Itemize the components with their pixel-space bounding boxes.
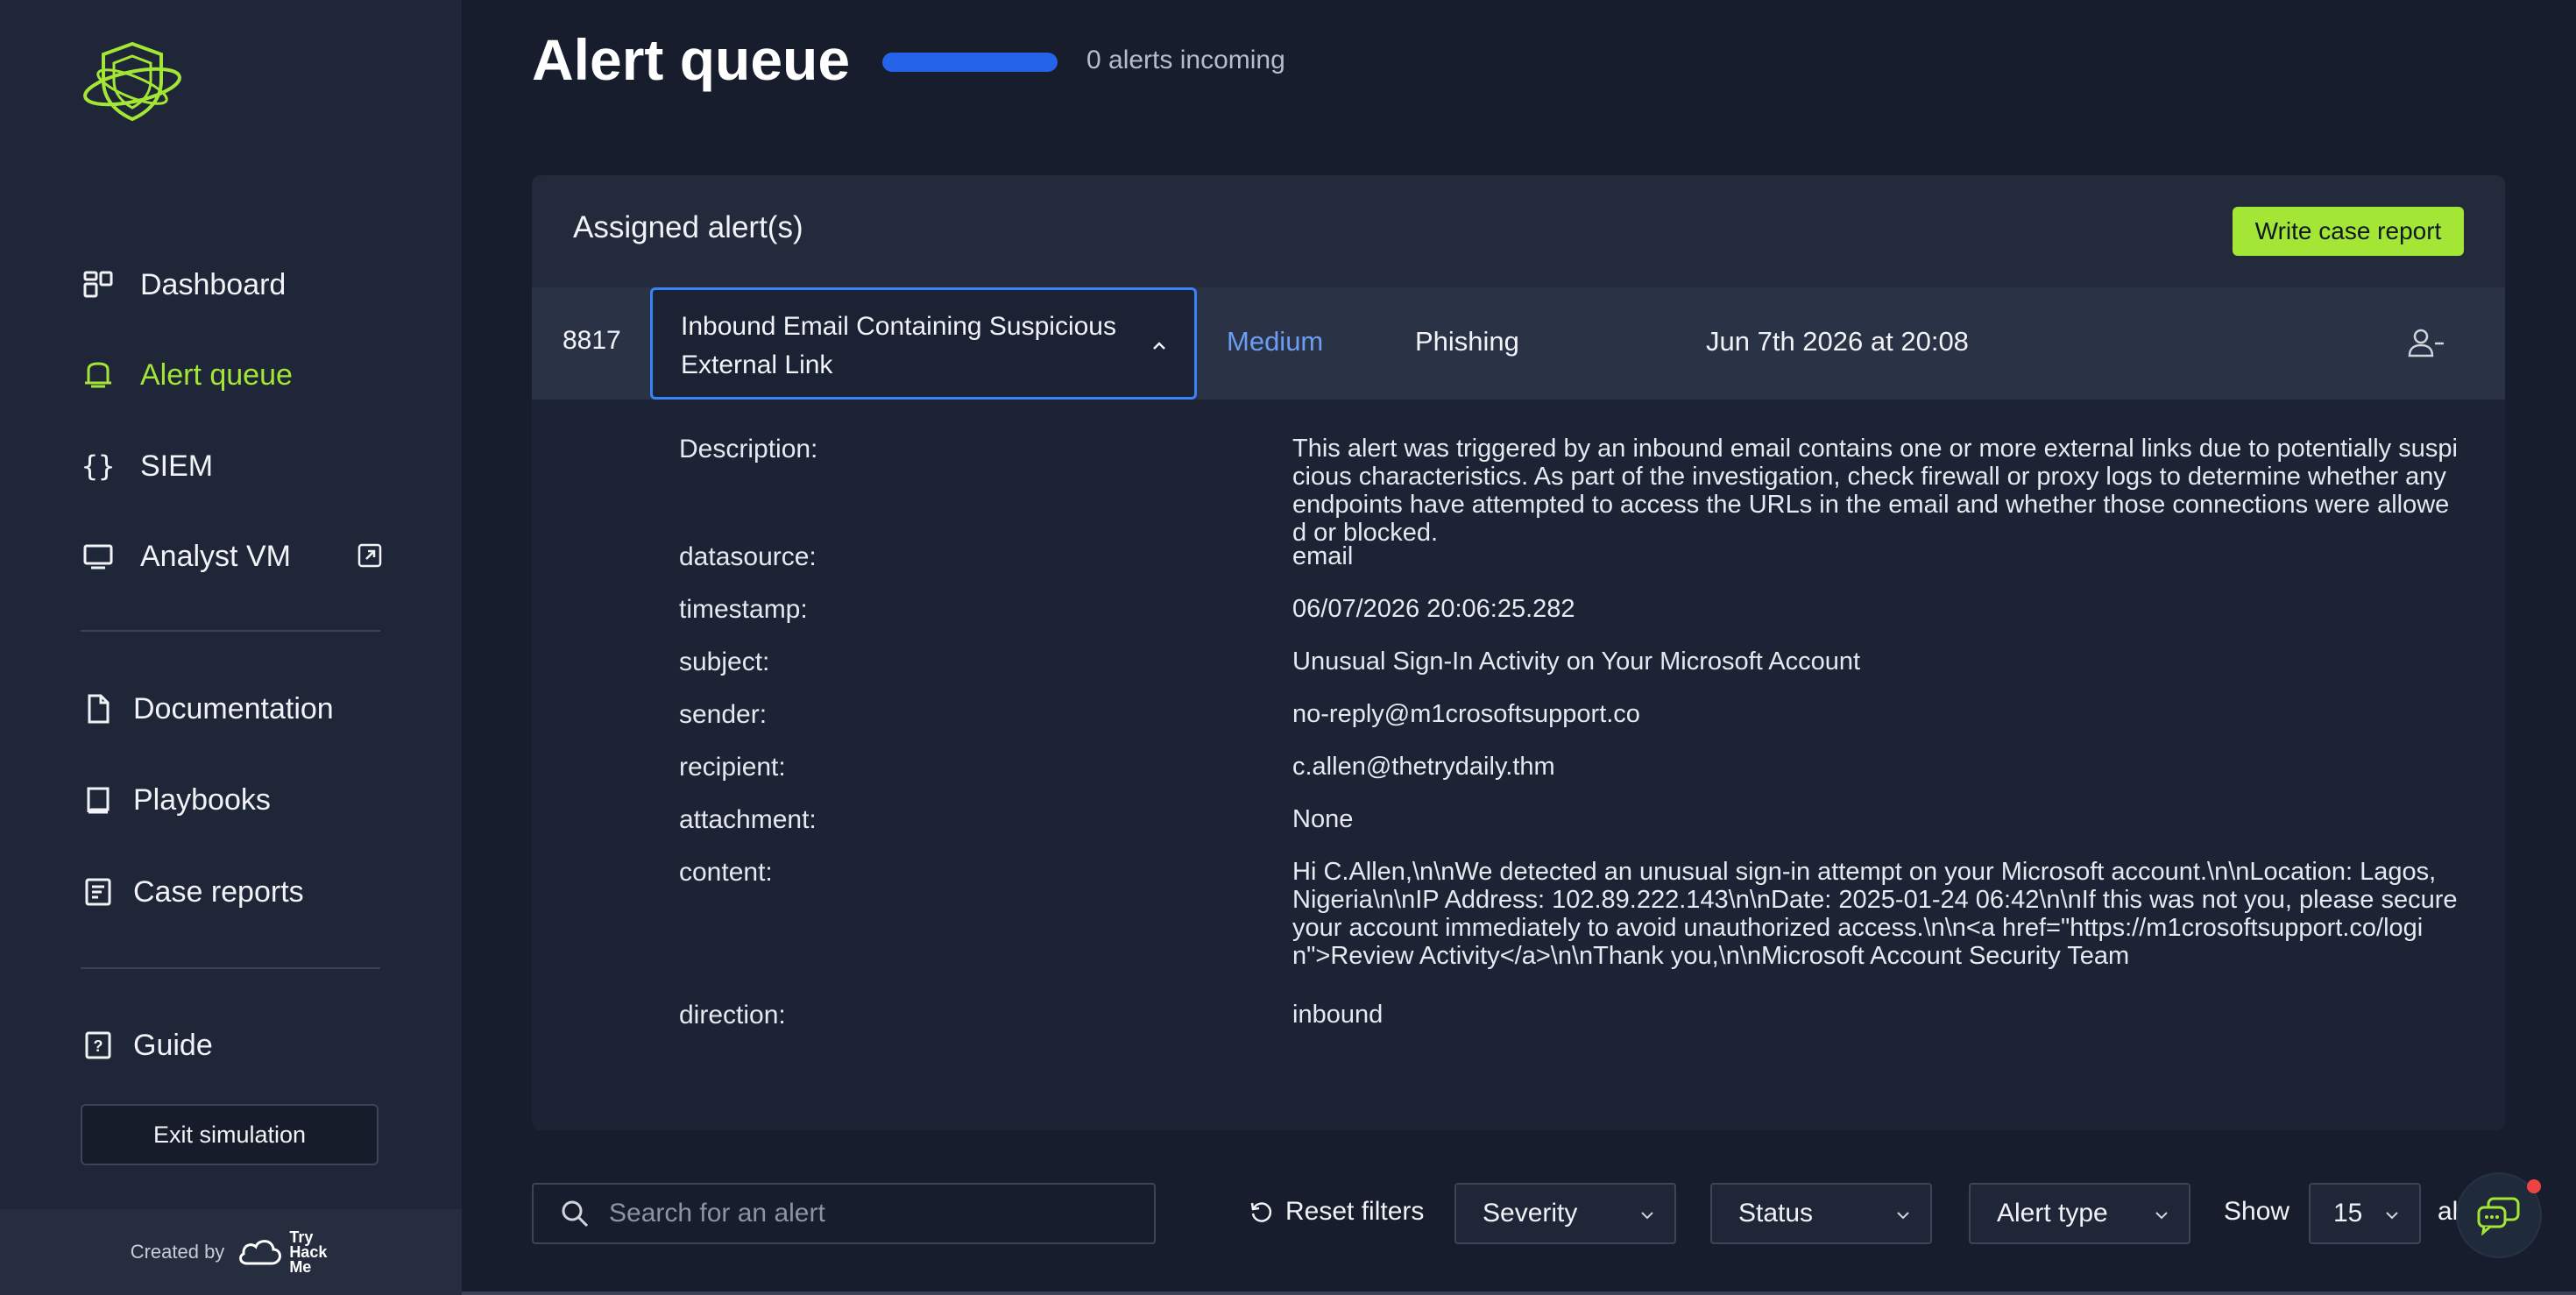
incoming-alerts-text: 0 alerts incoming: [1086, 46, 1285, 74]
nav-label: Alert queue: [140, 357, 293, 392]
brand-wordmark: Try Hack Me: [289, 1228, 328, 1276]
detail-key: direction:: [679, 1001, 786, 1030]
nav-playbooks[interactable]: Playbooks: [81, 769, 271, 831]
alert-type-select-label: Alert type: [1997, 1199, 2108, 1228]
alert-name-toggle[interactable]: Inbound Email Containing Suspicious Exte…: [650, 287, 1197, 400]
nav-label: Guide: [133, 1028, 213, 1062]
created-by-label: Created by: [130, 1241, 225, 1263]
search-icon: [562, 1200, 589, 1228]
detail-value: Hi C.Allen,\n\nWe detected an unusual si…: [1292, 858, 2458, 970]
panel-title: Assigned alert(s): [573, 210, 803, 244]
detail-value: Unusual Sign-In Activity on Your Microso…: [1292, 648, 1861, 676]
nav-label: Documentation: [133, 691, 334, 725]
chevron-down-icon: [1641, 1212, 1653, 1220]
external-link-icon[interactable]: [357, 543, 382, 568]
reset-filters-button[interactable]: Reset filters: [1249, 1197, 1424, 1227]
help-icon: ?: [81, 1028, 116, 1063]
progress-fill: [882, 53, 1058, 72]
alert-row[interactable]: 8817 Inbound Email Containing Suspicious…: [532, 287, 2505, 400]
nav-guide[interactable]: ? Guide: [81, 1015, 213, 1076]
severity-select-label: Severity: [1483, 1199, 1578, 1228]
book-icon: [81, 782, 116, 817]
detail-key: Description:: [679, 435, 818, 464]
nav-label: Analyst VM: [140, 539, 291, 573]
cloud-logo-icon: [239, 1240, 282, 1265]
chevron-down-icon: [2386, 1212, 2398, 1220]
nav-siem[interactable]: {} SIEM: [81, 435, 213, 497]
detail-key: datasource:: [679, 542, 817, 571]
page-size-select[interactable]: 15: [2309, 1183, 2421, 1244]
detail-key: subject:: [679, 648, 770, 676]
status-select[interactable]: Status: [1710, 1183, 1932, 1244]
detail-value: no-reply@m1crosoftsupport.co: [1292, 700, 1640, 728]
assigned-alerts-panel: Assigned alert(s) Write case report 8817…: [532, 175, 2505, 1130]
chevron-down-icon: [1897, 1212, 1909, 1220]
write-case-report-button[interactable]: Write case report: [2233, 207, 2464, 256]
svg-text:?: ?: [94, 1037, 103, 1055]
nav-case-reports[interactable]: Case reports: [81, 861, 304, 923]
search-input[interactable]: [607, 1198, 1136, 1229]
alert-queue-icon: [81, 357, 116, 393]
detail-value: c.allen@thetrydaily.thm: [1292, 753, 1555, 781]
chevron-up-icon: [1153, 342, 1165, 350]
sidebar-divider: [81, 630, 380, 632]
nav-dashboard[interactable]: Dashboard: [81, 254, 286, 315]
created-by-footer: Created by Try Hack Me: [0, 1209, 462, 1295]
case-report-icon: [81, 874, 116, 909]
nav-label: Playbooks: [133, 782, 271, 817]
alert-type: Phishing: [1415, 326, 1519, 357]
reset-icon: [1250, 1202, 1272, 1222]
status-select-label: Status: [1738, 1199, 1814, 1228]
alert-type-select[interactable]: Alert type: [1969, 1183, 2190, 1244]
detail-key: sender:: [679, 700, 768, 729]
nav-label: SIEM: [140, 449, 214, 483]
bottom-edge: [462, 1291, 2576, 1295]
nav-label: Case reports: [133, 874, 304, 909]
detail-key: attachment:: [679, 805, 817, 834]
sidebar: Dashboard Alert queue {} SIEM Analyst VM…: [0, 0, 462, 1295]
notification-dot: [2527, 1179, 2541, 1193]
detail-key: timestamp:: [679, 595, 808, 624]
alert-id: 8817: [563, 326, 621, 355]
alert-severity: Medium: [1227, 326, 1324, 357]
exit-simulation-button[interactable]: Exit simulation: [81, 1104, 379, 1165]
alert-details: Description: This alert was triggered by…: [532, 400, 2505, 1130]
chevron-down-icon: [2155, 1212, 2168, 1220]
alert-date: Jun 7th 2026 at 20:08: [1706, 326, 1969, 357]
chat-icon: [2477, 1197, 2520, 1235]
nav-analyst-vm[interactable]: Analyst VM: [81, 526, 291, 587]
incoming-progress-bar: [882, 53, 1058, 72]
detail-value: This alert was triggered by an inbound e…: [1292, 435, 2458, 547]
dashboard-icon: [81, 267, 116, 302]
show-label: Show: [2224, 1197, 2290, 1226]
nav-label: Dashboard: [140, 267, 287, 301]
alert-search-box[interactable]: [532, 1183, 1156, 1244]
tryhackme-logo[interactable]: Try Hack Me: [237, 1228, 331, 1276]
detail-value: 06/07/2026 20:06:25.282: [1292, 595, 1575, 623]
nav-documentation[interactable]: Documentation: [81, 678, 334, 739]
page-size-suffix: al: [2438, 1197, 2459, 1226]
detail-key: content:: [679, 858, 773, 887]
sidebar-divider: [81, 967, 380, 969]
monitor-icon: [81, 539, 116, 574]
page-title: Alert queue: [532, 27, 851, 92]
reset-filters-label: Reset filters: [1285, 1197, 1425, 1226]
alert-name: Inbound Email Containing Suspicious Exte…: [681, 312, 1116, 379]
detail-key: recipient:: [679, 753, 786, 782]
shield-logo-icon[interactable]: [81, 39, 184, 126]
severity-select[interactable]: Severity: [1454, 1183, 1676, 1244]
detail-value: inbound: [1292, 1001, 1384, 1029]
nav-alert-queue[interactable]: Alert queue: [81, 344, 293, 406]
document-icon: [81, 691, 116, 726]
unassign-user-icon[interactable]: [2407, 326, 2445, 361]
detail-value: email: [1292, 542, 1354, 570]
braces-icon: {}: [81, 449, 116, 483]
detail-value: None: [1292, 805, 1354, 833]
page-size-value: 15: [2333, 1199, 2363, 1228]
